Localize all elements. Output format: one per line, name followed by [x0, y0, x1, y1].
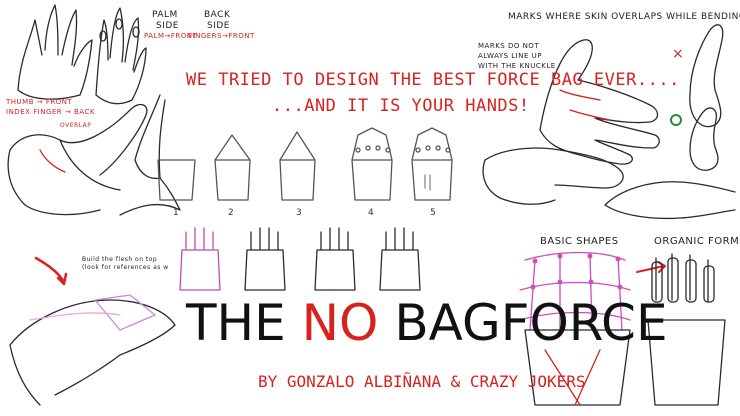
headline-line-2: ...AND IT IS YOUR HANDS! [272, 96, 530, 116]
hand-progression-sketch [179, 227, 421, 291]
palm-side-label-2: SIDE [156, 21, 179, 31]
title-bag: BAG [394, 294, 501, 352]
step-number-4: 4 [368, 208, 374, 218]
wrong-mark-icon: × [672, 46, 684, 62]
promo-banner: × PALM SIDE PALM→FRONT BACK SIDE FINGERS… [0, 0, 740, 416]
step-number-1: 1 [173, 208, 179, 218]
flesh-note-line1: Build the flesh on top [82, 256, 158, 263]
title-the: THE [186, 294, 286, 352]
palm-hand-sketch [17, 4, 93, 100]
title-force: FORCE [500, 294, 668, 352]
joint-dots [530, 253, 623, 290]
page-title: THE NO BAGFORCE [186, 294, 668, 352]
bending-palm-sketch [539, 39, 660, 165]
index-back-label: INDEX FINGER → BACK [6, 108, 95, 116]
marks-note-line2: ALWAYS LINE UP [478, 52, 542, 60]
flesh-hand-sketch [9, 294, 176, 406]
marks-note-line1: MARKS DO NOT [478, 42, 540, 50]
step-number-5: 5 [430, 208, 436, 218]
overlap-label: OVERLAP [60, 122, 92, 129]
step-number-2: 2 [228, 208, 234, 218]
organic-form-label: ORGANIC FORM [654, 236, 740, 247]
byline: BY GONZALO ALBIÑANA & CRAZY JOKERS [258, 372, 586, 391]
back-side-label: BACK [204, 10, 231, 20]
construction-steps-sketch [157, 127, 453, 201]
flesh-note-line2: (look for references as w [82, 264, 169, 271]
title-no: NO [301, 294, 379, 352]
correct-mark-icon [670, 114, 682, 126]
back-side-label-2: SIDE [207, 21, 230, 31]
headline-line-1: WE TRIED TO DESIGN THE BEST FORCE BAG EV… [186, 70, 680, 90]
step-number-3: 3 [296, 208, 302, 218]
side-palm-sketch [604, 181, 736, 220]
thumb-front-label: THUMB → FRONT [6, 98, 73, 106]
marks-title-label: MARKS WHERE SKIN OVERLAPS WHILE BENDING [508, 12, 740, 22]
basic-shapes-label: BASIC SHAPES [540, 236, 619, 247]
side-hand-sketch [119, 94, 181, 216]
palm-side-label: PALM [152, 10, 178, 20]
marks-note-line3: WITH THE KNUCKLE [478, 62, 556, 70]
back-hand-sketch [95, 7, 147, 105]
thumb-bend-sketch [689, 24, 724, 171]
relaxed-hand-sketch [482, 147, 624, 205]
fingers-front-label: FINGERS→FRONT [188, 32, 255, 40]
